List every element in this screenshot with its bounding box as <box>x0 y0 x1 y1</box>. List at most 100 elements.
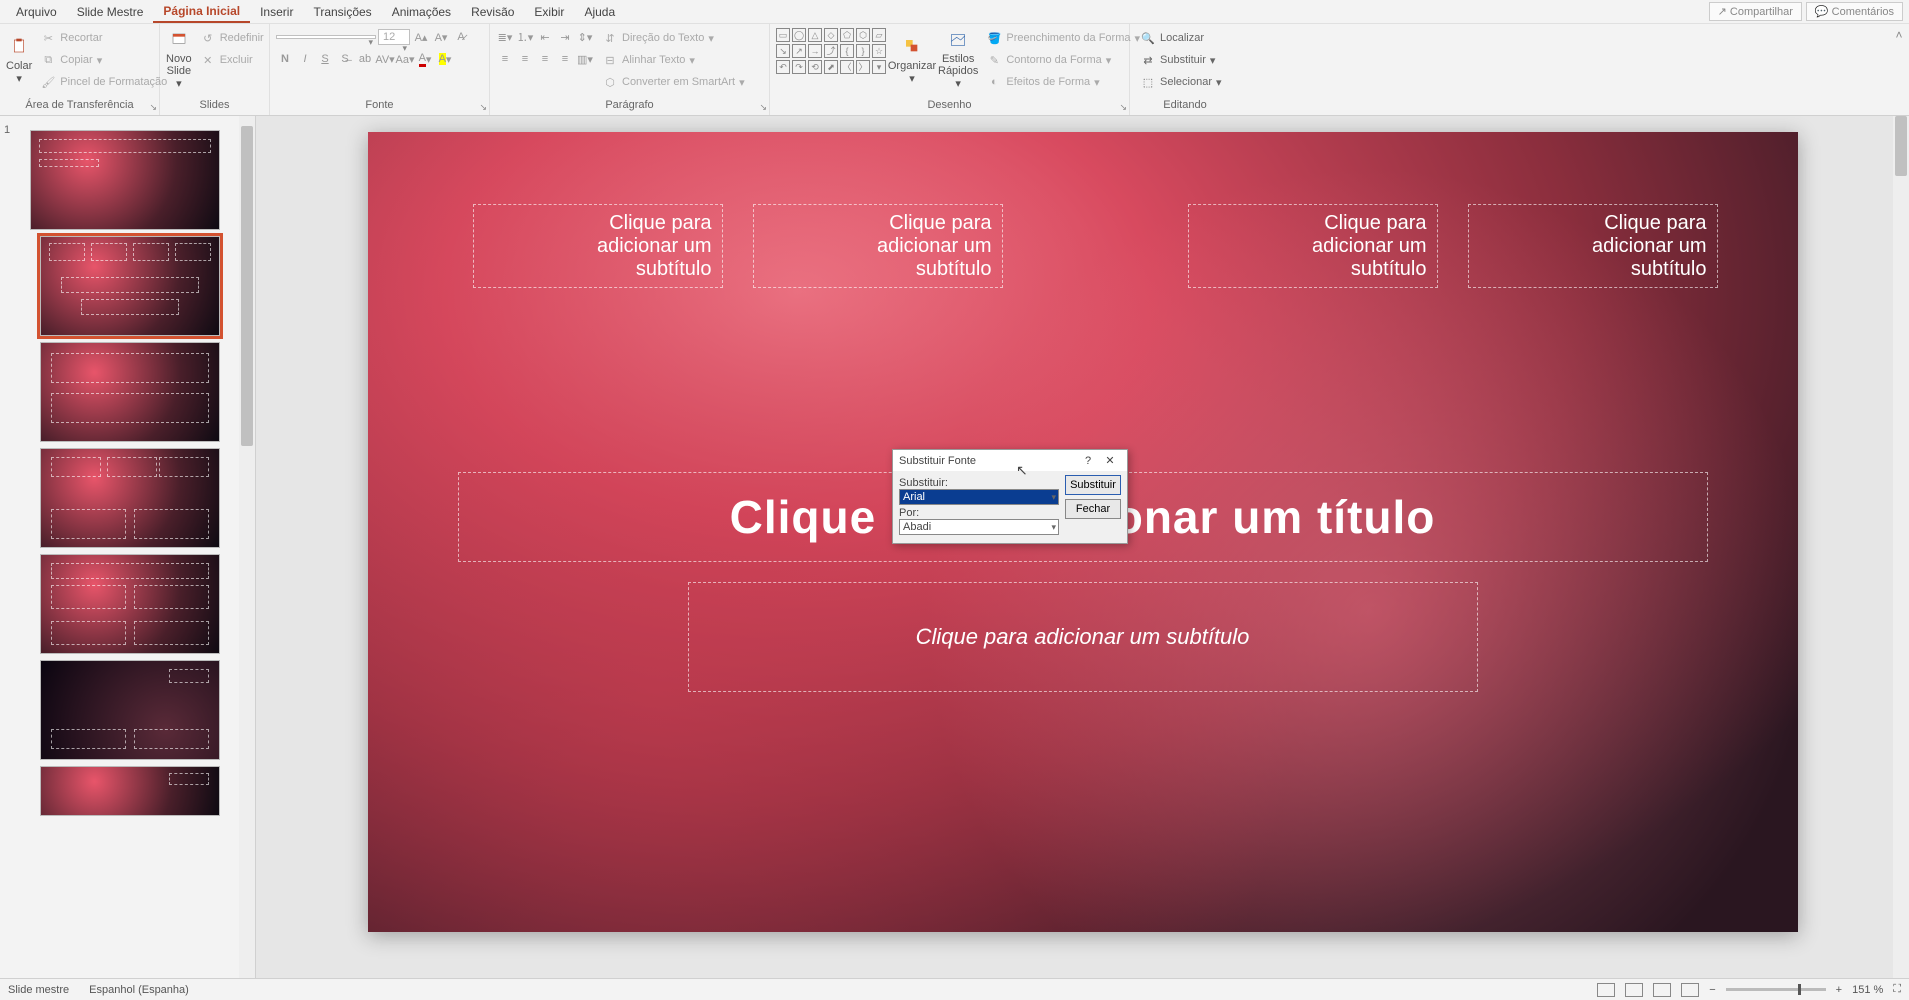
outdent-button[interactable]: ⇤ <box>536 28 554 46</box>
underline-button[interactable]: S <box>316 50 334 68</box>
reset-button[interactable]: ↺Redefinir <box>196 28 268 48</box>
subtitle-placeholder-1[interactable]: Clique para adicionar um subtítulo <box>473 204 723 288</box>
view-reading-button[interactable] <box>1653 983 1671 997</box>
tab-exibir[interactable]: Exibir <box>524 2 574 22</box>
bold-button[interactable]: N <box>276 50 294 68</box>
tab-transicoes[interactable]: Transições <box>303 2 381 22</box>
tab-slide-mestre[interactable]: Slide Mestre <box>67 2 154 22</box>
comments-button[interactable]: 💬 Comentários <box>1806 2 1903 21</box>
with-font-select[interactable]: Abadi <box>899 519 1059 535</box>
font-color-button[interactable]: A▾ <box>416 50 434 68</box>
shape-fill-button[interactable]: 🪣Preenchimento da Forma ▾ <box>982 28 1144 48</box>
tab-revisao[interactable]: Revisão <box>461 2 524 22</box>
shape-effects-button[interactable]: ◐Efeitos de Forma ▾ <box>982 72 1144 92</box>
dialog-titlebar[interactable]: Substituir Fonte ? ✕ <box>893 450 1127 471</box>
slide-thumb-layout-3[interactable] <box>40 448 220 548</box>
subtitle-placeholder-2[interactable]: Clique para adicionar um subtítulo <box>753 204 1003 288</box>
slide-thumb-layout-2[interactable] <box>40 342 220 442</box>
smartart-icon: ⬡ <box>602 74 618 90</box>
slide-thumb-layout-4[interactable] <box>40 554 220 654</box>
paste-button[interactable]: Colar ▾ <box>6 28 32 90</box>
zoom-in-button[interactable]: + <box>1836 984 1842 996</box>
select-button[interactable]: ⬚Selecionar ▾ <box>1136 72 1226 92</box>
shadow-button[interactable]: ab <box>356 50 374 68</box>
text-direction-button[interactable]: ⇵Direção do Texto ▾ <box>598 28 749 48</box>
effects-icon: ◐ <box>986 74 1002 90</box>
smartart-button[interactable]: ⬡Converter em SmartArt ▾ <box>598 72 749 92</box>
replace-button[interactable]: ⇄Substituir ▾ <box>1136 50 1226 70</box>
quick-styles-button[interactable]: Estilos Rápidos ▾ <box>938 28 978 90</box>
copy-button[interactable]: ⧉Copiar ▾ <box>36 50 171 70</box>
font-name-select[interactable] <box>276 35 376 39</box>
new-slide-button[interactable]: Novo Slide ▾ <box>166 28 192 90</box>
dialog-help-button[interactable]: ? <box>1077 455 1099 467</box>
highlight-button[interactable]: A▾ <box>436 50 454 68</box>
thumbnail-panel[interactable]: 1 <box>0 116 256 978</box>
increase-font-button[interactable]: A▴ <box>412 28 430 46</box>
align-center-button[interactable]: ≡ <box>516 50 534 68</box>
zoom-slider[interactable] <box>1726 988 1826 991</box>
strike-button[interactable]: S̶ <box>336 50 354 68</box>
main-subtitle-placeholder[interactable]: Clique para adicionar um subtítulo <box>688 582 1478 692</box>
decrease-font-button[interactable]: A▾ <box>432 28 450 46</box>
align-left-button[interactable]: ≡ <box>496 50 514 68</box>
align-text-icon: ⊟ <box>602 52 618 68</box>
collapse-ribbon-button[interactable]: ˄ <box>1895 28 1902 42</box>
numbering-button[interactable]: ⒈▾ <box>516 28 534 46</box>
view-sorter-button[interactable] <box>1625 983 1643 997</box>
dialog-title-text: Substituir Fonte <box>899 455 1077 467</box>
spacing-button[interactable]: AV▾ <box>376 50 394 68</box>
justify-button[interactable]: ≡ <box>556 50 574 68</box>
group-clipboard: Colar ▾ ✂Recortar ⧉Copiar ▾ 🖌Pincel de F… <box>0 24 160 115</box>
subtitle-placeholder-3[interactable]: Clique para adicionar um subtítulo <box>1188 204 1438 288</box>
slide-thumb-layout-5[interactable] <box>40 660 220 760</box>
arrange-button[interactable]: Organizar ▾ <box>890 28 934 90</box>
canvas-area[interactable]: Clique para adicionar um subtítulo Cliqu… <box>256 116 1909 978</box>
scissors-icon: ✂ <box>40 30 56 46</box>
cut-button[interactable]: ✂Recortar <box>36 28 171 48</box>
dialog-cancel-button[interactable]: Fechar <box>1065 499 1121 519</box>
clipboard-launcher[interactable]: ↘ <box>149 102 157 113</box>
shapes-gallery[interactable]: ▭◯△◇⬠⬡▱ ↘↗→⤴{}☆ ↶↷⟲⬈〈〉▾ <box>776 28 886 74</box>
zoom-out-button[interactable]: − <box>1709 984 1715 996</box>
bullets-button[interactable]: ≣▾ <box>496 28 514 46</box>
smartart-label: Converter em SmartArt <box>622 76 735 88</box>
subtitle-placeholder-4[interactable]: Clique para adicionar um subtítulo <box>1468 204 1718 288</box>
view-slideshow-button[interactable] <box>1681 983 1699 997</box>
paragraph-launcher[interactable]: ↘ <box>759 102 767 113</box>
find-button[interactable]: 🔍Localizar <box>1136 28 1226 48</box>
font-size-select[interactable]: 12 <box>378 29 410 45</box>
indent-button[interactable]: ⇥ <box>556 28 574 46</box>
thumb-scrollbar[interactable] <box>239 116 255 978</box>
reset-label: Redefinir <box>220 32 264 44</box>
shape-outline-button[interactable]: ✎Contorno da Forma ▾ <box>982 50 1144 70</box>
dialog-close-button[interactable]: ✕ <box>1099 454 1121 467</box>
slide-thumb-layout-1[interactable] <box>40 236 220 336</box>
tab-pagina-inicial[interactable]: Página Inicial <box>153 1 250 23</box>
zoom-value[interactable]: 151 % <box>1852 984 1883 996</box>
columns-button[interactable]: ▥▾ <box>576 50 594 68</box>
tab-inserir[interactable]: Inserir <box>250 2 303 22</box>
share-button[interactable]: ↗ Compartilhar <box>1709 2 1802 21</box>
drawing-launcher[interactable]: ↘ <box>1119 102 1127 113</box>
linespacing-button[interactable]: ⇕▾ <box>576 28 594 46</box>
canvas-scrollbar[interactable] <box>1893 116 1909 978</box>
align-right-button[interactable]: ≡ <box>536 50 554 68</box>
format-painter-button[interactable]: 🖌Pincel de Formatação <box>36 72 171 92</box>
dialog-replace-button[interactable]: Substituir <box>1065 475 1121 495</box>
font-launcher[interactable]: ↘ <box>479 102 487 113</box>
slide-thumb-layout-6[interactable] <box>40 766 220 816</box>
status-language[interactable]: Espanhol (Espanha) <box>89 984 189 996</box>
view-normal-button[interactable] <box>1597 983 1615 997</box>
replace-font-select[interactable]: Arial <box>899 489 1059 505</box>
status-slide-mode[interactable]: Slide mestre <box>8 984 69 996</box>
clear-format-button[interactable]: A̷ <box>452 28 470 46</box>
align-text-button[interactable]: ⊟Alinhar Texto ▾ <box>598 50 749 70</box>
delete-button[interactable]: ✕Excluir <box>196 50 268 70</box>
tab-arquivo[interactable]: Arquivo <box>6 2 67 22</box>
tab-ajuda[interactable]: Ajuda <box>574 2 625 22</box>
slide-thumb-master[interactable] <box>30 130 220 230</box>
italic-button[interactable]: I <box>296 50 314 68</box>
tab-animacoes[interactable]: Animações <box>382 2 461 22</box>
fit-window-button[interactable]: ⛶ <box>1893 983 1901 996</box>
